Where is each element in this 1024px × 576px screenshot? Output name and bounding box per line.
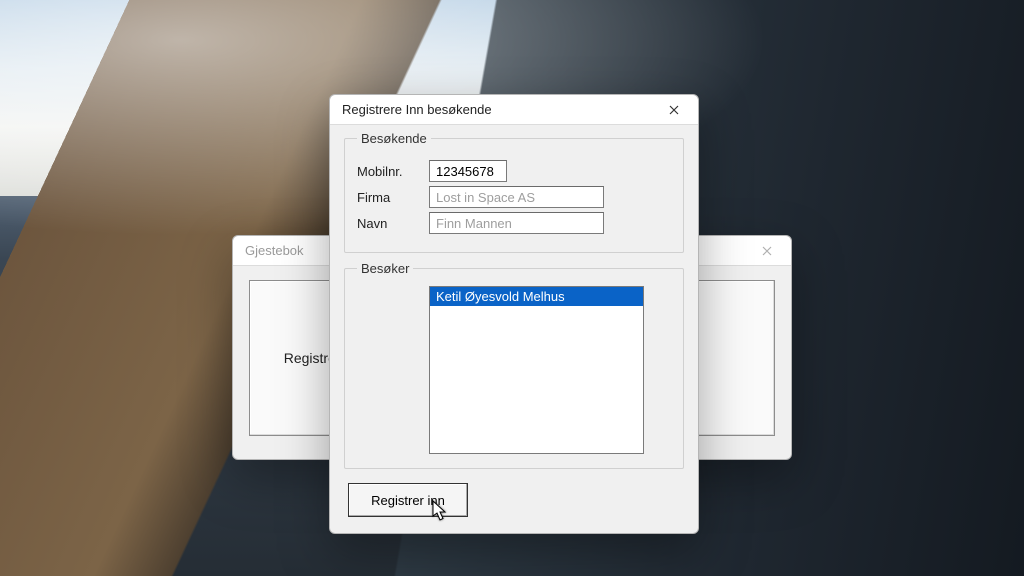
navn-label: Navn	[357, 216, 429, 231]
visitor-fieldset: Besøkende Mobilnr. Firma Navn	[344, 131, 684, 253]
submit-button[interactable]: Registrer inn	[348, 483, 468, 517]
host-listbox[interactable]: Ketil Øyesvold Melhus	[429, 286, 644, 454]
firma-label: Firma	[357, 190, 429, 205]
host-legend: Besøker	[357, 261, 413, 276]
firma-input[interactable]	[429, 186, 604, 208]
list-item[interactable]: Ketil Øyesvold Melhus	[430, 287, 643, 306]
dialog-title: Registrere Inn besøkende	[342, 102, 656, 117]
navn-input[interactable]	[429, 212, 604, 234]
close-icon[interactable]	[656, 97, 692, 123]
dialog-titlebar: Registrere Inn besøkende	[330, 95, 698, 125]
register-visitor-dialog: Registrere Inn besøkende Besøkende Mobil…	[329, 94, 699, 534]
mobile-label: Mobilnr.	[357, 164, 429, 179]
visitor-legend: Besøkende	[357, 131, 431, 146]
mobile-input[interactable]	[429, 160, 507, 182]
host-fieldset: Besøker Ketil Øyesvold Melhus	[344, 261, 684, 469]
close-icon[interactable]	[749, 238, 785, 264]
